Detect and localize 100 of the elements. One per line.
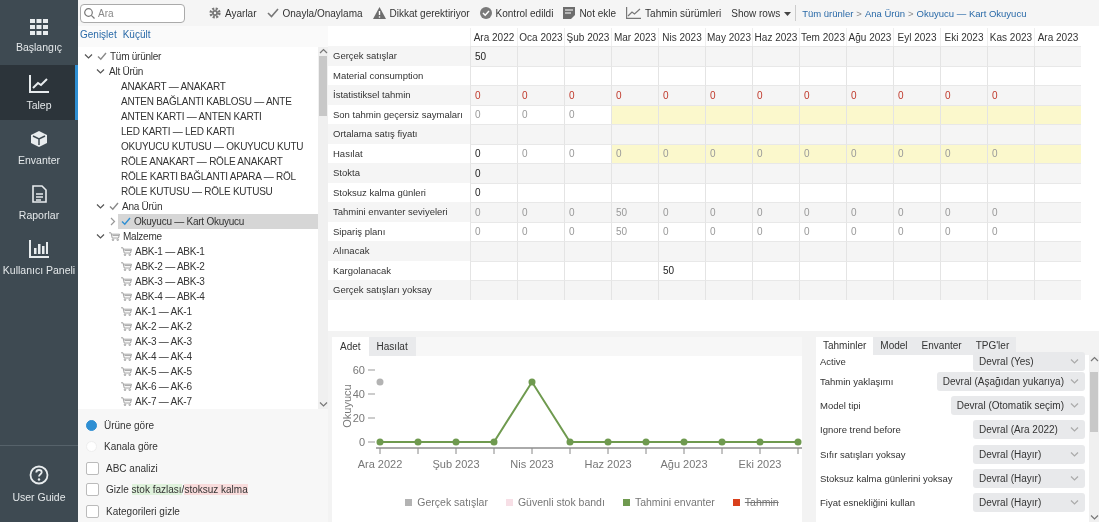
tree-item[interactable]: RÖLE KUTUSU — RÖLE KUTUSU (118, 183, 318, 199)
table-cell[interactable] (705, 104, 752, 124)
table-cell[interactable] (752, 124, 799, 144)
table-cell[interactable] (752, 104, 799, 124)
table-cell[interactable] (893, 46, 940, 66)
table-cell[interactable] (611, 124, 658, 144)
toolbar-button[interactable]: Kontrol edildi (479, 7, 554, 19)
dropdown[interactable]: Devral (Hayır) (973, 493, 1085, 513)
scrollbar-thumb[interactable] (319, 55, 327, 116)
table-cell[interactable] (752, 280, 799, 300)
tree-item[interactable]: RÖLE ANAKART — RÖLE ANAKART (118, 153, 318, 169)
table-cell[interactable] (564, 46, 611, 66)
nav-item[interactable]: Talep (0, 65, 78, 120)
tree-item[interactable]: AK-6 — AK-6 (118, 378, 318, 394)
tree-item[interactable]: ANTEN BAĞLANTI KABLOSU — ANTE (118, 93, 318, 109)
table-cell[interactable]: 0 (658, 85, 705, 105)
table-cell[interactable] (1034, 124, 1081, 144)
nav-item[interactable]: Envanter (0, 120, 78, 175)
table-cell[interactable] (705, 241, 752, 261)
tree-item[interactable]: Alt Ürün (106, 63, 318, 79)
tree-item[interactable]: RÖLE KARTI BAĞLANTI APARA — RÖL (118, 168, 318, 184)
tree-item[interactable]: AK-5 — AK-5 (118, 363, 318, 379)
tree-item[interactable]: Okuyucu — Kart Okuyucu (118, 213, 318, 229)
table-cell[interactable] (1034, 85, 1081, 105)
table-cell[interactable]: 0 (517, 85, 564, 105)
tab[interactable]: Envanter (914, 337, 969, 355)
table-cell[interactable] (1034, 163, 1081, 183)
search-field[interactable]: Ara (80, 3, 185, 23)
breadcrumb-link[interactable]: Ana Ürün (864, 7, 906, 19)
table-cell[interactable] (893, 280, 940, 300)
table-cell[interactable] (799, 104, 846, 124)
tree-item[interactable]: ABK-4 — ABK-4 (118, 288, 318, 304)
tree-link[interactable]: Küçült (122, 29, 151, 47)
tree-item[interactable]: LED KARTI — LED KARTI (118, 123, 318, 139)
table-cell[interactable]: 0 (940, 85, 987, 105)
chart-tab[interactable]: Hasılat (368, 337, 416, 356)
table-cell[interactable] (611, 46, 658, 66)
table-cell[interactable] (846, 280, 893, 300)
table-cell[interactable] (846, 124, 893, 144)
checkbox[interactable] (86, 504, 99, 518)
table-cell[interactable] (705, 46, 752, 66)
table-cell[interactable] (564, 124, 611, 144)
table-cell[interactable] (658, 124, 705, 144)
table-cell[interactable] (564, 241, 611, 261)
dropdown[interactable]: Devral (Ara 2022) (973, 420, 1085, 440)
table-cell[interactable] (987, 104, 1034, 124)
table-cell[interactable] (1034, 280, 1081, 300)
table-cell[interactable] (799, 124, 846, 144)
table-cell[interactable] (611, 163, 658, 183)
table-cell[interactable] (799, 46, 846, 66)
nav-item[interactable]: Raporlar (0, 175, 78, 230)
scroll-up-icon[interactable] (318, 46, 328, 56)
table-cell[interactable] (940, 46, 987, 66)
table-cell[interactable] (470, 124, 517, 144)
legend-label[interactable]: Tahmin (744, 496, 779, 508)
tree-item[interactable]: ANAKART — ANAKART (118, 78, 318, 94)
table-cell[interactable] (611, 280, 658, 300)
radio-button[interactable] (86, 419, 97, 431)
table-cell[interactable] (987, 280, 1034, 300)
user-guide-button[interactable]: User Guide (12, 465, 66, 503)
chevron-down-icon[interactable] (95, 231, 105, 241)
table-cell[interactable] (940, 280, 987, 300)
tree-item[interactable]: ANTEN KARTI — ANTEN KARTI (118, 108, 318, 124)
tree-link[interactable]: Genişlet (80, 29, 117, 47)
table-cell[interactable] (658, 280, 705, 300)
table-cell[interactable] (517, 46, 564, 66)
dropdown[interactable]: Devral (Aşağıdan yukarıya) (936, 371, 1085, 391)
show-rows-button[interactable]: Show rows (731, 7, 792, 19)
tree-item[interactable]: AK-3 — AK-3 (118, 333, 318, 349)
checkbox[interactable] (86, 483, 99, 497)
table-cell[interactable] (846, 104, 893, 124)
toolbar-button[interactable]: Not ekle (563, 7, 617, 19)
table-cell[interactable] (705, 124, 752, 144)
table-cell[interactable]: 0 (470, 163, 517, 183)
table-cell[interactable]: 0 (611, 85, 658, 105)
scrollbar[interactable] (318, 46, 328, 409)
table-cell[interactable] (752, 241, 799, 261)
tree-item[interactable]: ABK-3 — ABK-3 (118, 273, 318, 289)
table-cell[interactable] (564, 163, 611, 183)
table-cell[interactable] (658, 46, 705, 66)
table-cell[interactable] (846, 241, 893, 261)
table-cell[interactable] (893, 124, 940, 144)
toolbar-button[interactable]: Ayarlar (209, 7, 257, 19)
table-cell[interactable] (1034, 241, 1081, 261)
table-cell[interactable] (846, 46, 893, 66)
table-cell[interactable] (611, 104, 658, 124)
table-cell[interactable]: 0 (846, 85, 893, 105)
table-cell[interactable]: 0 (705, 85, 752, 105)
table-cell[interactable] (987, 241, 1034, 261)
table-cell[interactable]: 0 (752, 85, 799, 105)
table-cell[interactable] (470, 241, 517, 261)
nav-item[interactable]: Kullanıcı Paneli (0, 230, 78, 285)
table-cell[interactable] (705, 163, 752, 183)
table-cell[interactable] (987, 163, 1034, 183)
table-cell[interactable] (940, 241, 987, 261)
table-cell[interactable] (1034, 202, 1081, 222)
table-cell[interactable] (564, 280, 611, 300)
dropdown[interactable]: Devral (Yes) (973, 351, 1085, 371)
table-cell[interactable]: 0 (893, 85, 940, 105)
tree-item[interactable]: ABK-2 — ABK-2 (118, 258, 318, 274)
